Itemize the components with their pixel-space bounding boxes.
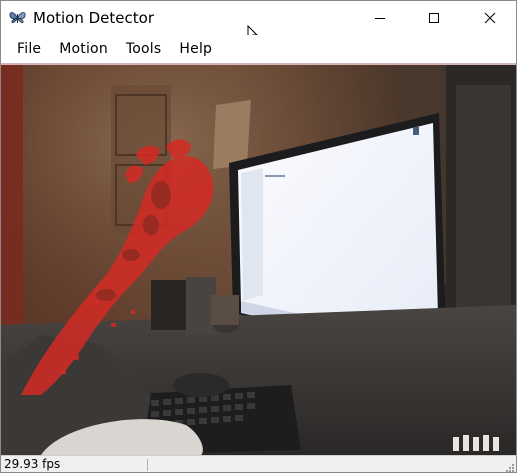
butterfly-icon — [9, 10, 26, 26]
status-divider — [147, 459, 148, 471]
title-bar[interactable]: Motion Detector — [1, 1, 516, 43]
menu-bar: File Motion Tools Help — [1, 35, 516, 63]
camera-frame — [1, 65, 516, 455]
close-button[interactable] — [467, 1, 513, 35]
maximize-icon — [428, 9, 440, 28]
window-title: Motion Detector — [33, 9, 154, 27]
minimize-button[interactable] — [357, 1, 403, 35]
status-bar: 29.93 fps — [1, 455, 516, 472]
maximize-button[interactable] — [411, 1, 457, 35]
fps-readout: 29.93 fps — [4, 457, 61, 471]
menu-file[interactable]: File — [17, 40, 41, 58]
close-icon — [484, 9, 496, 28]
menu-tools[interactable]: Tools — [126, 40, 162, 58]
menu-help[interactable]: Help — [179, 40, 212, 58]
app-window: Motion Detector File Motion Tools Help 2… — [0, 0, 517, 473]
camera-feed — [1, 65, 516, 455]
minimize-icon — [374, 9, 386, 28]
resize-grip-icon[interactable] — [503, 460, 515, 472]
menu-motion[interactable]: Motion — [59, 40, 108, 58]
